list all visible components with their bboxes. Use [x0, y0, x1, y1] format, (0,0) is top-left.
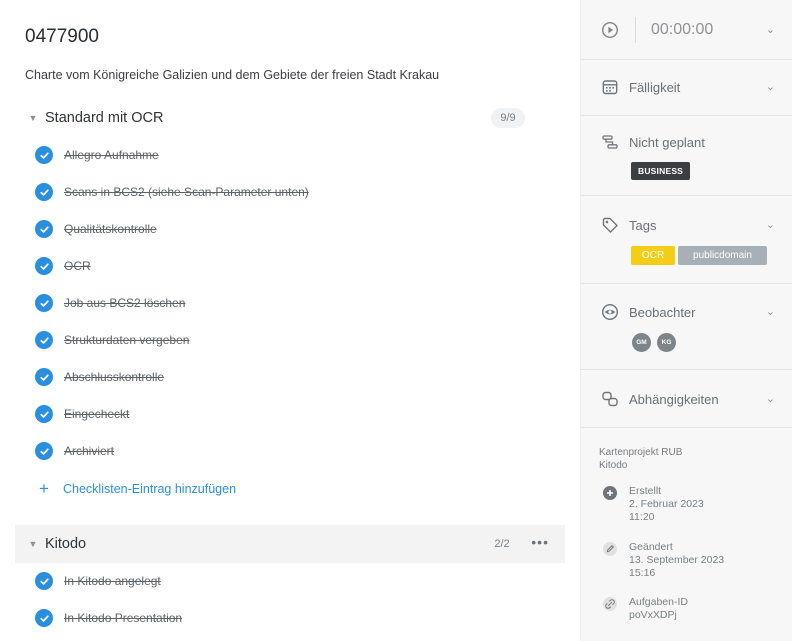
add-checklist-item-label: Checklisten-Eintrag hinzufügen	[63, 481, 237, 496]
check-icon[interactable]	[35, 405, 53, 423]
planning-section[interactable]: Nicht geplant	[581, 116, 792, 196]
workspace-badge[interactable]: BUSINESS	[631, 162, 691, 180]
timer-display: 00:00:00	[651, 21, 714, 38]
add-checklist-item-button[interactable]: + Checklisten-Eintrag hinzufügen	[37, 480, 236, 497]
chevron-down-icon[interactable]: ⌄	[766, 218, 775, 231]
eye-icon	[601, 303, 619, 321]
checklist-item-label[interactable]: Abschlusskontrolle	[64, 370, 164, 384]
chevron-down-icon[interactable]: ⌄	[766, 80, 775, 93]
watchers-label: Beobachter	[629, 304, 696, 320]
checklist-progress-count: 2/2	[494, 538, 510, 550]
checklist-item[interactable]: Eingecheckt	[35, 402, 129, 426]
checklist-item-label[interactable]: Strukturdaten vergeben	[64, 333, 189, 347]
project-path[interactable]: Kartenprojekt RUB Kitodo	[599, 446, 682, 472]
task-id-value[interactable]: poVxXDPj	[629, 609, 688, 622]
dependencies-icon	[601, 390, 619, 408]
avatar[interactable]: GM	[632, 333, 651, 352]
changed-time: 15:16	[629, 567, 656, 579]
divider	[635, 17, 636, 43]
created-info: Erstellt 2. Februar 2023 11:20	[603, 485, 704, 524]
checklist-item[interactable]: Allegro Aufnahme	[35, 143, 159, 167]
check-icon[interactable]	[35, 442, 53, 460]
tag-icon	[601, 216, 619, 234]
created-date: 2. Februar 2023	[629, 498, 704, 510]
checklist-title: Standard mit OCR	[45, 110, 164, 126]
checklist-item-label[interactable]: Allegro Aufnahme	[64, 148, 159, 162]
timer-section: 00:00:00 ⌄	[581, 0, 792, 60]
link-icon	[603, 597, 617, 611]
checklist-header-kitodo[interactable]: ▼ Kitodo 2/2 •••	[15, 525, 565, 563]
planning-label: Nicht geplant	[629, 134, 705, 150]
tag-ocr[interactable]: OCR	[631, 246, 675, 265]
check-icon[interactable]	[35, 146, 53, 164]
check-icon[interactable]	[35, 257, 53, 275]
task-main-panel: 0477900 Charte vom Königreiche Galizien …	[0, 0, 580, 641]
avatar[interactable]: KG	[657, 333, 676, 352]
checklist-item[interactable]: Abschlusskontrolle	[35, 365, 164, 389]
check-icon[interactable]	[35, 572, 53, 590]
task-description[interactable]: Charte vom Königreiche Galizien und dem …	[25, 68, 439, 82]
tag-publicdomain[interactable]: publicdomain	[678, 246, 767, 265]
play-icon[interactable]	[601, 21, 619, 39]
task-id-label: Aufgaben-ID	[629, 596, 688, 608]
checklist-item-label[interactable]: In Kitodo Presentation	[64, 611, 182, 625]
due-date-label: Fälligkeit	[629, 79, 681, 95]
chevron-down-icon[interactable]: ⌄	[766, 305, 775, 318]
checklist-item-label[interactable]: Job aus BCS2 löschen	[64, 296, 185, 310]
tags-label: Tags	[629, 217, 657, 233]
checklist-item[interactable]: Job aus BCS2 löschen	[35, 291, 185, 315]
checklist-item[interactable]: Archiviert	[35, 439, 114, 463]
check-icon[interactable]	[35, 609, 53, 627]
pencil-icon	[603, 542, 617, 556]
checklist-header-standard[interactable]: ▼ Standard mit OCR 9/9	[15, 99, 565, 137]
checklist-item[interactable]: OCR	[35, 254, 91, 278]
checklist-item-label[interactable]: Scans in BCS2 (siehe Scan-Parameter unte…	[64, 185, 309, 199]
plus-circle-icon	[603, 486, 617, 500]
checklist-item-label[interactable]: Archiviert	[64, 444, 114, 458]
checklist-item-label[interactable]: In Kitodo angelegt	[64, 574, 161, 588]
changed-date: 13. September 2023	[629, 554, 725, 566]
chevron-down-icon[interactable]: ⌄	[766, 23, 775, 36]
check-icon[interactable]	[35, 294, 53, 312]
more-options-icon[interactable]: •••	[531, 534, 549, 550]
changed-info: Geändert 13. September 2023 15:16	[603, 541, 724, 580]
check-icon[interactable]	[35, 368, 53, 386]
checklist-item[interactable]: Scans in BCS2 (siehe Scan-Parameter unte…	[35, 180, 309, 204]
dependencies-section[interactable]: Abhängigkeiten ⌄	[581, 370, 792, 428]
check-icon[interactable]	[35, 220, 53, 238]
collapse-caret-icon[interactable]: ▼	[25, 539, 41, 549]
created-label: Erstellt	[629, 485, 662, 497]
checklist-progress-count: 9/9	[491, 108, 525, 128]
watchers-section[interactable]: Beobachter ⌄	[581, 284, 792, 370]
chevron-down-icon[interactable]: ⌄	[766, 392, 775, 405]
checklist-item[interactable]: In Kitodo angelegt	[35, 569, 161, 593]
project-section: Kitodo	[599, 460, 628, 471]
checklist-item[interactable]: In Kitodo Presentation	[35, 606, 182, 630]
project-name: Kartenprojekt RUB	[599, 447, 683, 458]
checklist-item-label[interactable]: Eingecheckt	[64, 407, 129, 421]
due-date-section[interactable]: Fälligkeit ⌄	[581, 60, 792, 116]
checklist-title: Kitodo	[45, 536, 87, 552]
checklist-item-label[interactable]: Qualitätskontrolle	[64, 222, 157, 236]
check-icon[interactable]	[35, 183, 53, 201]
dependencies-label: Abhängigkeiten	[629, 391, 719, 407]
task-detail-view: 0477900 Charte vom Königreiche Galizien …	[0, 0, 792, 641]
changed-label: Geändert	[629, 541, 673, 553]
tags-section[interactable]: Tags ⌄	[581, 196, 792, 284]
task-title[interactable]: 0477900	[25, 26, 99, 48]
checklist-item-label[interactable]: OCR	[64, 259, 91, 273]
checklist-item[interactable]: Qualitätskontrolle	[35, 217, 157, 241]
task-sidebar: 00:00:00 ⌄ Fälligkeit ⌄ Nicht geplant BU…	[580, 0, 792, 641]
collapse-caret-icon[interactable]: ▼	[25, 113, 41, 123]
checklist-item[interactable]: Strukturdaten vergeben	[35, 328, 189, 352]
check-icon[interactable]	[35, 331, 53, 349]
calendar-icon	[601, 78, 619, 96]
timeline-icon	[601, 133, 619, 151]
plus-icon: +	[39, 479, 49, 498]
task-id-info[interactable]: Aufgaben-ID poVxXDPj	[603, 596, 688, 622]
created-time: 11:20	[629, 511, 655, 523]
